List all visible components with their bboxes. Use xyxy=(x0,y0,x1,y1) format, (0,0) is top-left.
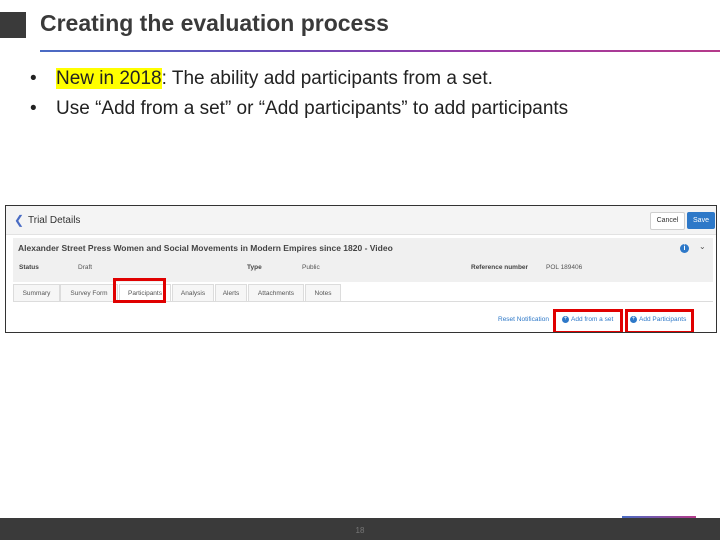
bullet-item: • Use “Add from a set” or “Add participan… xyxy=(30,94,568,124)
type-value: Public xyxy=(302,264,320,271)
bullet-dot: • xyxy=(30,98,37,119)
status-label: Status xyxy=(19,264,39,271)
bullet-text: Use “Add from a set” or “Add participant… xyxy=(56,98,569,119)
title-marker xyxy=(0,12,26,38)
page-number: 18 xyxy=(355,526,365,535)
bullet-item: • New in 2018: The ability add participan… xyxy=(30,64,568,94)
tab-survey-form[interactable]: Survey Form xyxy=(60,284,118,302)
tab-summary[interactable]: Summary xyxy=(13,284,60,302)
tab-attachments[interactable]: Attachments xyxy=(248,284,304,302)
title-divider xyxy=(40,50,720,52)
tab-notes[interactable]: Notes xyxy=(305,284,341,302)
slide-title: Creating the evaluation process xyxy=(40,10,389,36)
status-value: Draft xyxy=(78,264,93,271)
chevron-down-icon[interactable]: ⌄ xyxy=(699,242,706,251)
back-chevron-icon[interactable]: ❮ xyxy=(14,213,24,227)
reference-label: Reference number xyxy=(471,264,529,271)
trial-details-title: Trial Details xyxy=(28,215,81,226)
embedded-screenshot: ❮ Trial Details Cancel Save Alexander St… xyxy=(5,205,717,333)
save-button[interactable]: Save xyxy=(687,212,715,229)
tab-alerts[interactable]: Alerts xyxy=(215,284,247,302)
highlighted-text: New in 2018 xyxy=(56,68,162,89)
type-label: Type xyxy=(247,264,262,271)
info-icon[interactable]: i xyxy=(680,244,689,253)
bullet-list: • New in 2018: The ability add participan… xyxy=(30,64,568,124)
add-participants-highlight xyxy=(625,309,694,332)
participants-tab-highlight xyxy=(113,278,166,303)
record-card: Alexander Street Press Women and Social … xyxy=(13,238,713,282)
reference-value: POL 189406 xyxy=(546,264,583,271)
trial-details-header: ❮ Trial Details Cancel Save xyxy=(6,206,716,235)
bullet-text: : The ability add participants from a se… xyxy=(161,68,493,89)
cancel-button[interactable]: Cancel xyxy=(650,212,685,230)
record-title: Alexander Street Press Women and Social … xyxy=(18,243,393,253)
bullet-dot: • xyxy=(30,68,37,89)
reset-notification-link[interactable]: Reset Notification xyxy=(498,316,549,323)
tab-analysis[interactable]: Analysis xyxy=(172,284,214,302)
add-from-set-highlight xyxy=(553,309,623,332)
